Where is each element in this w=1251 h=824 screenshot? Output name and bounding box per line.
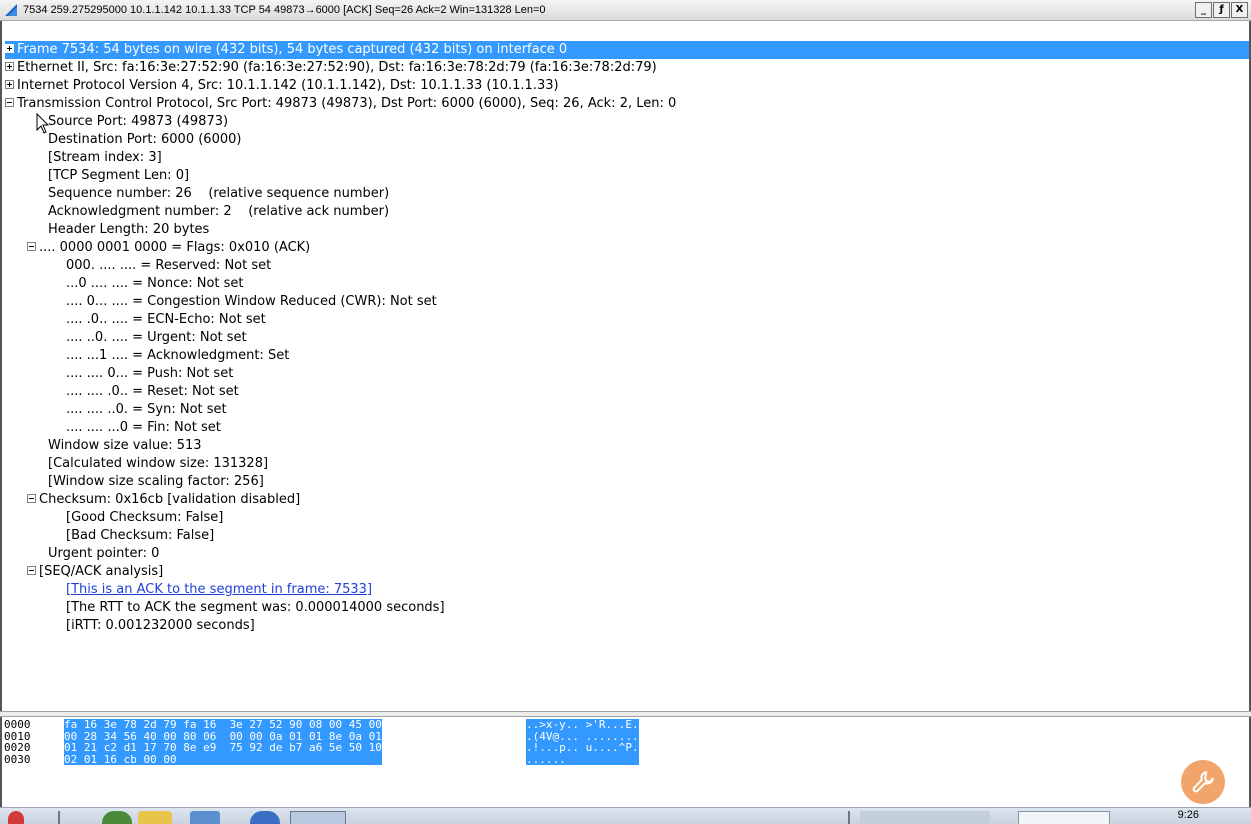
tree-item-header-length[interactable]: Header Length: 20 bytes	[48, 221, 209, 239]
tree-item-ethernet[interactable]: Ethernet II, Src: fa:16:3e:27:52:90 (fa:…	[5, 59, 657, 77]
packet-bytes-pane[interactable]: 0000 0010 0020 0030 fa 16 3e 78 2d 79 fa…	[0, 717, 1251, 807]
tree-item-ip[interactable]: Internet Protocol Version 4, Src: 10.1.1…	[5, 77, 559, 95]
tree-item-label: Ethernet II, Src: fa:16:3e:27:52:90 (fa:…	[17, 60, 657, 75]
tree-item-tcp[interactable]: Transmission Control Protocol, Src Port:…	[5, 95, 676, 113]
expand-icon[interactable]	[5, 44, 14, 53]
tree-item-sequence[interactable]: Sequence number: 26 (relative sequence n…	[48, 185, 389, 203]
tree-item-frame[interactable]: Frame 7534: 54 bytes on wire (432 bits),…	[5, 41, 1249, 59]
tree-item-label: [SEQ/ACK analysis]	[39, 564, 164, 579]
tree-item-rtt[interactable]: [The RTT to ACK the segment was: 0.00001…	[66, 599, 445, 617]
tree-item-flag-syn[interactable]: .... .... ..0. = Syn: Not set	[66, 401, 227, 419]
tree-item-flags[interactable]: .... 0000 0001 0000 = Flags: 0x010 (ACK)	[27, 239, 310, 257]
title-bar: 7534 259.275295000 10.1.1.142 10.1.1.33 …	[0, 0, 1251, 21]
tree-item-label: Frame 7534: 54 bytes on wire (432 bits),…	[17, 42, 568, 57]
tree-item-src-port[interactable]: Source Port: 49873 (49873)	[48, 113, 228, 131]
tree-item-flag-fin[interactable]: .... .... ...0 = Fin: Not set	[66, 419, 221, 437]
tree-item-checksum[interactable]: Checksum: 0x16cb [validation disabled]	[27, 491, 300, 509]
taskbar: 9:26	[0, 807, 1251, 824]
hex-ascii[interactable]: ..>x-y.. >'R...E. .(4V@... ........ .!..…	[526, 719, 639, 765]
tree-item-urgent-pointer[interactable]: Urgent pointer: 0	[48, 545, 159, 563]
expand-icon[interactable]	[5, 62, 14, 71]
hex-offsets: 0000 0010 0020 0030	[4, 718, 31, 766]
tree-item-seqack[interactable]: [SEQ/ACK analysis]	[27, 563, 163, 581]
wrench-icon	[1192, 771, 1214, 793]
tree-item-irtt[interactable]: [iRTT: 0.001232000 seconds]	[66, 617, 255, 635]
collapse-icon[interactable]	[27, 566, 36, 575]
wrench-tool-button[interactable]	[1181, 760, 1225, 804]
clock: 9:26	[1177, 809, 1199, 821]
tree-item-segment-len[interactable]: [TCP Segment Len: 0]	[48, 167, 189, 185]
tree-item-label: .... 0000 0001 0000 = Flags: 0x010 (ACK)	[39, 240, 311, 255]
collapse-icon[interactable]	[27, 494, 36, 503]
maximize-button[interactable]: ƒ	[1213, 2, 1230, 18]
tree-item-label: Transmission Control Protocol, Src Port:…	[17, 96, 677, 111]
tree-item-label: Internet Protocol Version 4, Src: 10.1.1…	[17, 78, 559, 93]
browser-icon[interactable]	[102, 811, 132, 824]
tree-item-dst-port[interactable]: Destination Port: 6000 (6000)	[48, 131, 241, 149]
hex-bytes[interactable]: fa 16 3e 78 2d 79 fa 16 3e 27 52 90 08 0…	[64, 719, 382, 765]
tree-item-good-checksum[interactable]: [Good Checksum: False]	[66, 509, 223, 527]
tree-item-calc-window[interactable]: [Calculated window size: 131328]	[48, 455, 268, 473]
tree-item-flag-ack[interactable]: .... ...1 .... = Acknowledgment: Set	[66, 347, 289, 365]
collapse-icon[interactable]	[27, 242, 36, 251]
tree-item-scaling[interactable]: [Window size scaling factor: 256]	[48, 473, 264, 491]
tree-item-label: Checksum: 0x16cb [validation disabled]	[39, 492, 301, 507]
tree-item-flag-push[interactable]: .... .... 0... = Push: Not set	[66, 365, 233, 383]
start-icon[interactable]	[8, 811, 24, 824]
tree-item-stream-index[interactable]: [Stream index: 3]	[48, 149, 162, 167]
window-controls: _ ƒ X	[1194, 2, 1248, 18]
tray-separator	[848, 811, 850, 824]
tree-item-flag-cwr[interactable]: .... 0... .... = Congestion Window Reduc…	[66, 293, 437, 311]
close-button[interactable]: X	[1231, 2, 1248, 18]
wireshark-fin-icon	[3, 2, 19, 18]
tree-item-flag-reserved[interactable]: 000. .... .... = Reserved: Not set	[66, 257, 271, 275]
minimize-button[interactable]: _	[1195, 2, 1212, 18]
tree-item-flag-nonce[interactable]: ...0 .... .... = Nonce: Not set	[66, 275, 244, 293]
media-icon[interactable]	[190, 811, 220, 824]
collapse-icon[interactable]	[5, 98, 14, 107]
tree-item-ack[interactable]: Acknowledgment number: 2 (relative ack n…	[48, 203, 389, 221]
tree-item-flag-ecn[interactable]: .... .0.. .... = ECN-Echo: Not set	[66, 311, 266, 329]
taskbar-input[interactable]	[1018, 811, 1110, 824]
mouse-pointer-icon	[36, 112, 50, 135]
window-title: 7534 259.275295000 10.1.1.142 10.1.1.33 …	[23, 4, 546, 16]
tree-item-window-size[interactable]: Window size value: 513	[48, 437, 202, 455]
folder-icon[interactable]	[138, 811, 172, 824]
tree-item-bad-checksum[interactable]: [Bad Checksum: False]	[66, 527, 214, 545]
system-tray[interactable]	[860, 811, 990, 824]
expand-icon[interactable]	[5, 80, 14, 89]
packet-details-tree[interactable]: Frame 7534: 54 bytes on wire (432 bits),…	[0, 21, 1251, 711]
tree-item-flag-urgent[interactable]: .... ..0. .... = Urgent: Not set	[66, 329, 247, 347]
taskbar-wireshark-button[interactable]	[290, 811, 346, 824]
internet-icon[interactable]	[250, 811, 280, 824]
taskbar-separator	[58, 811, 60, 824]
tree-item-flag-reset[interactable]: .... .... .0.. = Reset: Not set	[66, 383, 239, 401]
ack-frame-link[interactable]: [This is an ACK to the segment in frame:…	[66, 581, 372, 599]
